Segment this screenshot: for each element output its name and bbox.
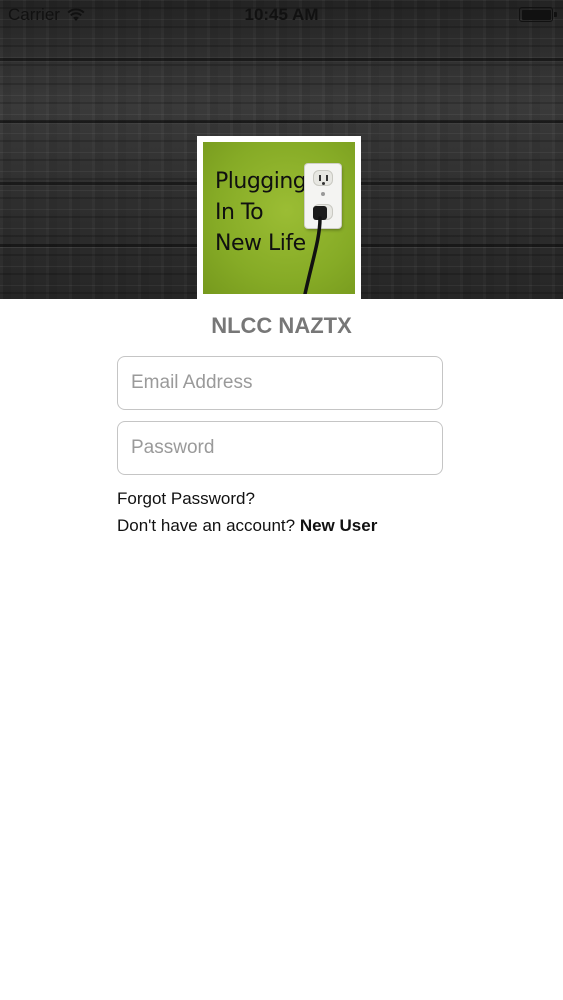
logo-text: Plugging In To New Life xyxy=(215,166,307,259)
email-field[interactable] xyxy=(117,356,443,410)
logo-line-3: New Life xyxy=(215,231,306,256)
logo-line-2: In To xyxy=(215,200,264,225)
status-bar: Carrier 10:45 AM xyxy=(0,0,563,30)
plug-cord-icon xyxy=(303,206,327,294)
login-screen: Carrier 10:45 AM Plugging In To New Life xyxy=(0,0,563,1000)
signup-prompt-text: Don't have an account? xyxy=(117,516,296,535)
battery-icon xyxy=(519,7,557,22)
logo-line-1: Plugging xyxy=(215,169,307,194)
app-logo: Plugging In To New Life xyxy=(197,136,361,300)
new-user-link[interactable]: New User xyxy=(300,516,377,535)
forgot-password-link[interactable]: Forgot Password? xyxy=(117,489,255,509)
status-time: 10:45 AM xyxy=(244,5,319,24)
app-title: NLCC NAZTX xyxy=(211,313,352,338)
signup-prompt: Don't have an account? New User xyxy=(117,516,377,536)
logo-image: Plugging In To New Life xyxy=(203,142,355,294)
password-field[interactable] xyxy=(117,421,443,475)
